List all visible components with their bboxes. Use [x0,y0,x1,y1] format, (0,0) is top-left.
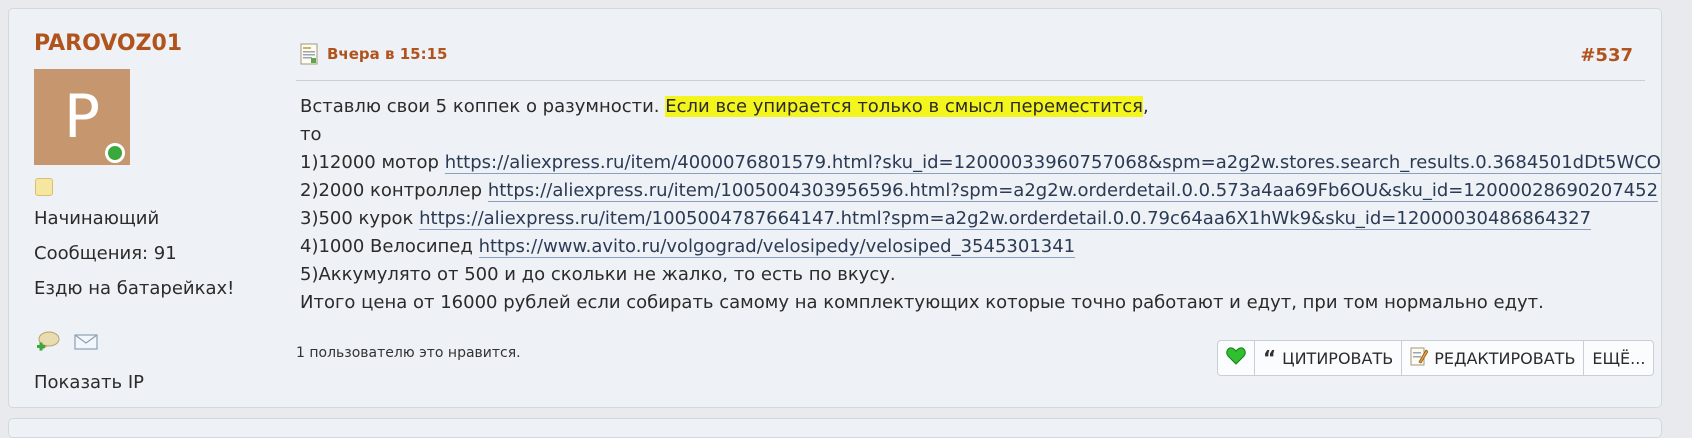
add-friend-icon[interactable] [35,331,61,353]
body-line: то [300,124,322,145]
heart-icon [1226,347,1246,369]
aliexpress-link[interactable]: https://aliexpress.ru/item/1005004303956… [487,180,1659,202]
body-line: 5)Аккумулято от 500 и до скольки не жалк… [300,264,896,285]
message-count: Сообщения: 91 [34,243,177,264]
avito-link[interactable]: https://www.avito.ru/volgograd/velosiped… [478,236,1076,258]
body-line-item: 3)500 курок https://aliexpress.ru/item/1… [300,208,1592,230]
edit-label: РЕДАКТИРОВАТЬ [1434,348,1576,368]
rank-icon [35,178,53,196]
online-status-icon [105,143,125,163]
header-divider [296,80,1645,81]
post-document-icon [300,43,318,65]
likes-summary[interactable]: 1 пользователю это нравится. [296,345,521,361]
body-line-item: 1)12000 мотор https://aliexpress.ru/item… [300,152,1661,174]
aliexpress-link[interactable]: https://aliexpress.ru/item/1005004787664… [419,208,1592,230]
show-ip-link[interactable]: Показать IP [34,372,144,393]
like-button[interactable] [1218,341,1255,375]
quote-icon: “ [1263,346,1277,370]
post-container: PAROVOZ01 P Начинающий Сообщения: 91 Езд… [8,8,1662,408]
body-line-item: 2)2000 контроллер https://aliexpress.ru/… [300,180,1659,202]
more-button[interactable]: ЕЩЁ... [1584,341,1653,375]
edit-button[interactable]: РЕДАКТИРОВАТЬ [1402,341,1585,375]
quote-label: ЦИТИРОВАТЬ [1282,348,1394,368]
post-body: Вставлю свои 5 коппек о разумности. Если… [300,93,1661,317]
user-rank: Начинающий [34,208,160,229]
body-line-item: 4)1000 Велосипед https://www.avito.ru/vo… [300,236,1076,258]
username[interactable]: PAROVOZ01 [34,31,182,56]
body-line: Итого цена от 16000 рублей если собирать… [300,292,1544,313]
user-status: Ездю на батарейках! [34,278,235,299]
quote-button[interactable]: “ ЦИТИРОВАТЬ [1255,341,1403,375]
highlighted-text: Если все упирается только в смысл переме… [665,96,1143,117]
next-post-container [8,418,1662,438]
post-action-bar: “ ЦИТИРОВАТЬ РЕДАКТИРОВАТЬ ЕЩЁ... [1217,340,1655,376]
aliexpress-link[interactable]: https://aliexpress.ru/item/4000076801579… [444,152,1661,174]
more-label: ЕЩЁ... [1592,348,1646,368]
post-number[interactable]: #537 [1580,45,1633,66]
body-line: Вставлю свои 5 коппек о разумности. Если… [300,96,1149,117]
post-timestamp[interactable]: Вчера в 15:15 [327,45,447,63]
edit-icon [1410,346,1429,370]
mail-icon[interactable] [73,331,99,353]
